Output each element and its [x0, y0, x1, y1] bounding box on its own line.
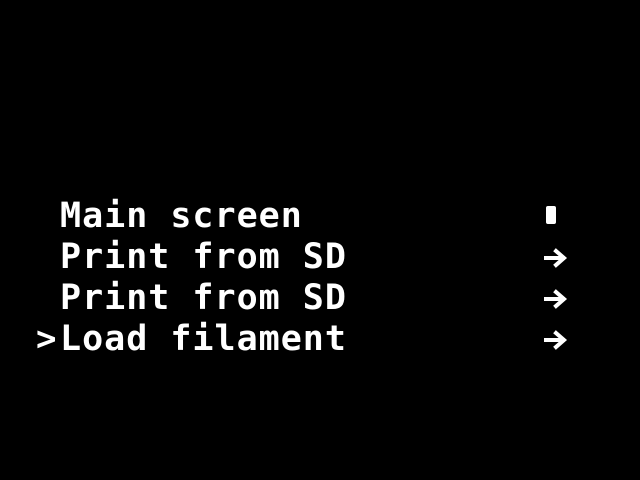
back-marker-icon: [546, 206, 556, 224]
menu-item-label: Print from SD: [60, 237, 347, 277]
menu-item-label: Print from SD: [60, 278, 347, 318]
menu-item-main-screen[interactable]: Main screen: [36, 196, 596, 237]
right-arrow-icon: [536, 237, 576, 278]
menu-list: Main screen Print from SD Print from SD …: [36, 196, 596, 360]
menu-item-load-filament[interactable]: > Load filament: [36, 319, 596, 360]
right-arrow-icon: [536, 319, 576, 360]
menu-item-label: Load filament: [60, 319, 347, 359]
menu-item-label: Main screen: [60, 196, 303, 236]
menu-item-print-from-sd[interactable]: Print from SD: [36, 237, 596, 278]
lcd-screen: Main screen Print from SD Print from SD …: [0, 0, 640, 480]
right-arrow-icon: [536, 278, 576, 319]
menu-item-print-from-sd-2[interactable]: Print from SD: [36, 278, 596, 319]
selection-cursor: >: [36, 319, 57, 359]
